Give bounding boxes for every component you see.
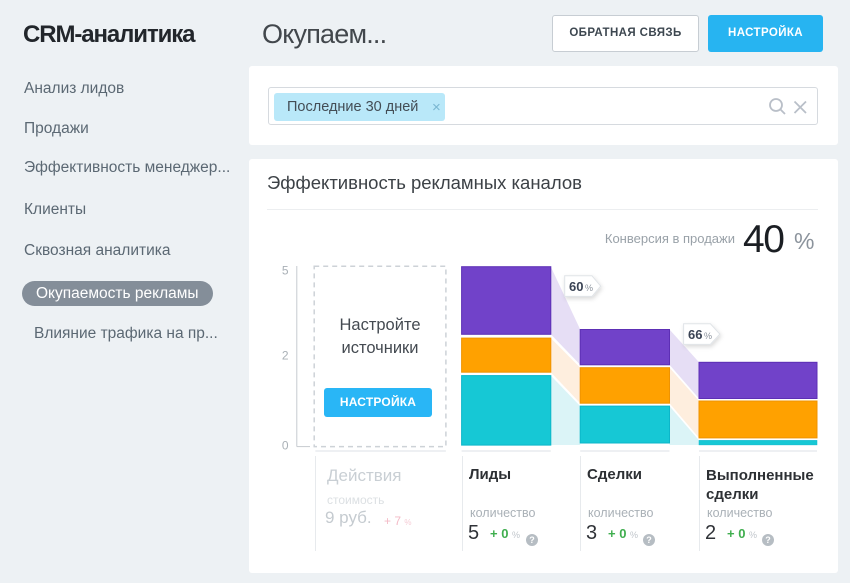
- svg-text:66: 66: [688, 327, 702, 342]
- svg-text:60: 60: [569, 279, 583, 294]
- svg-text:2: 2: [282, 349, 289, 363]
- svg-text:%: %: [704, 331, 712, 341]
- svg-text:5: 5: [282, 264, 289, 278]
- svg-text:0: 0: [282, 439, 289, 453]
- svg-text:%: %: [585, 283, 593, 293]
